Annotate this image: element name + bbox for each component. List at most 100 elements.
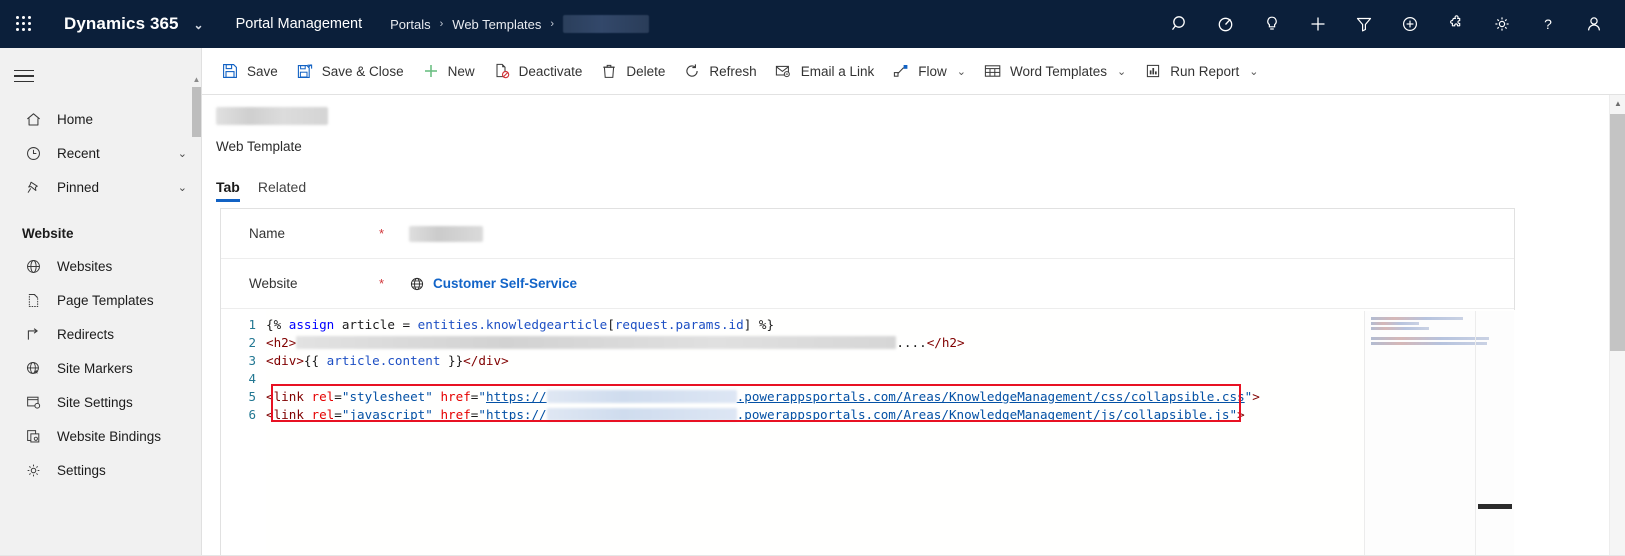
- new-button[interactable]: New: [413, 51, 484, 91]
- help-icon[interactable]: ?: [1525, 0, 1571, 48]
- save-icon: [221, 62, 239, 80]
- deactivate-button[interactable]: Deactivate: [484, 51, 592, 91]
- code-token: }}: [440, 353, 464, 368]
- chevron-down-icon[interactable]: ⌄: [957, 65, 966, 78]
- window-gear-icon: [22, 392, 44, 412]
- sidebar-item-site-settings[interactable]: Site Settings: [0, 385, 201, 419]
- code-token: >: [1252, 389, 1260, 404]
- globe-star-icon: [22, 358, 44, 378]
- form-row-name: Name *: [221, 209, 1514, 259]
- scroll-up-arrow-icon[interactable]: ▲: [192, 73, 201, 86]
- redacted-text-block: [546, 390, 737, 403]
- source-code-editor[interactable]: 1 2 3 4 5 6 {% assign article = entities…: [222, 310, 1515, 555]
- code-token: {{: [303, 353, 327, 368]
- pin-icon: [22, 177, 44, 197]
- code-line-1[interactable]: {% assign article = entities.knowledgear…: [266, 316, 1515, 334]
- scroll-up-arrow-icon[interactable]: ▲: [1610, 95, 1625, 112]
- dynamics365-portal-management-window: Dynamics 365 ⌄ Portal Management Portals…: [0, 0, 1625, 556]
- delete-button[interactable]: Delete: [591, 51, 674, 91]
- required-marker-icon: *: [379, 226, 385, 241]
- flow-button[interactable]: Flow ⌄: [883, 51, 975, 91]
- lightbulb-icon[interactable]: [1249, 0, 1295, 48]
- code-token: entities.knowledgearticle: [417, 317, 608, 332]
- sidebar-item-settings[interactable]: Settings: [0, 453, 201, 487]
- sidebar-item-websites[interactable]: Websites: [0, 249, 201, 283]
- brand-title[interactable]: Dynamics 365 ⌄: [64, 14, 204, 34]
- assistant-icon[interactable]: [1203, 0, 1249, 48]
- code-token: =: [334, 407, 342, 422]
- refresh-icon: [683, 62, 701, 80]
- sidebar-item-home[interactable]: Home: [0, 102, 201, 136]
- tab-related[interactable]: Related: [258, 179, 306, 202]
- command-label: Delete: [626, 63, 666, 79]
- redacted-text-block: [296, 336, 897, 349]
- code-line-3[interactable]: <div>{{ article.content }}</div>: [266, 352, 1515, 370]
- search-icon[interactable]: [1157, 0, 1203, 48]
- page-scrollbar-thumb[interactable]: [1610, 114, 1625, 351]
- editor-code-content[interactable]: {% assign article = entities.knowledgear…: [266, 310, 1515, 555]
- sidebar-item-recent[interactable]: Recent ⌄: [0, 136, 201, 170]
- code-token: ] %}: [743, 317, 775, 332]
- app-launcher-button[interactable]: [0, 0, 48, 48]
- record-form-area: Web Template Tab Related Name * Website …: [202, 95, 1625, 555]
- run-report-icon: [1144, 62, 1162, 80]
- save-and-close-button[interactable]: Save & Close: [287, 51, 413, 91]
- save-button[interactable]: Save: [212, 51, 287, 91]
- sidebar-item-label: Pinned: [57, 179, 100, 195]
- sidebar-item-label: Site Settings: [57, 394, 133, 410]
- code-token: =: [334, 389, 342, 404]
- user-avatar-icon[interactable]: [1571, 0, 1617, 48]
- plus-icon[interactable]: [1295, 0, 1341, 48]
- sidebar-scrollbar[interactable]: ▲: [192, 73, 201, 555]
- breadcrumb-item-record-redacted[interactable]: [563, 15, 650, 33]
- code-line-4[interactable]: [266, 370, 1515, 388]
- globe-icon: [22, 256, 44, 276]
- sidebar-item-label: Settings: [57, 462, 106, 478]
- breadcrumb-item-portals[interactable]: Portals: [390, 17, 430, 32]
- code-token: {%: [266, 317, 289, 332]
- page-scrollbar[interactable]: ▲: [1609, 95, 1625, 555]
- code-token: https://: [485, 389, 547, 404]
- minimap-slider[interactable]: [1475, 311, 1515, 555]
- svg-text:?: ?: [1544, 16, 1552, 32]
- breadcrumb-item-web-templates[interactable]: Web Templates: [452, 17, 541, 32]
- line-number: 6: [248, 407, 256, 422]
- plus-circle-icon[interactable]: [1387, 0, 1433, 48]
- tab-main[interactable]: Tab: [216, 179, 240, 202]
- word-templates-icon: [984, 62, 1002, 80]
- sidebar-item-label: Page Templates: [57, 292, 154, 308]
- name-field-value-redacted[interactable]: [409, 225, 483, 242]
- refresh-button[interactable]: Refresh: [674, 51, 765, 91]
- chevron-down-icon[interactable]: ⌄: [1117, 65, 1126, 78]
- sidebar-item-site-markers[interactable]: Site Markers: [0, 351, 201, 385]
- filter-icon[interactable]: [1341, 0, 1387, 48]
- minimap-current-marker: [1478, 504, 1512, 509]
- run-report-button[interactable]: Run Report ⌄: [1135, 51, 1267, 91]
- sidebar-scrollbar-thumb[interactable]: [192, 87, 201, 137]
- hamburger-menu-icon[interactable]: [14, 56, 58, 96]
- sidebar-item-redirects[interactable]: Redirects: [0, 317, 201, 351]
- word-templates-button[interactable]: Word Templates ⌄: [975, 51, 1135, 91]
- website-lookup-link[interactable]: Customer Self-Service: [409, 276, 577, 292]
- sidebar-item-page-templates[interactable]: Page Templates: [0, 283, 201, 317]
- chevron-down-icon[interactable]: ⌄: [193, 18, 203, 32]
- record-entity-type: Web Template: [216, 139, 302, 154]
- gear-icon[interactable]: [1479, 0, 1525, 48]
- puzzle-icon[interactable]: [1433, 0, 1479, 48]
- breadcrumb-separator-icon: ›: [439, 18, 444, 30]
- command-bar: Save Save & Close New Deactivate Delete: [202, 48, 1625, 95]
- code-line-5[interactable]: <link rel="stylesheet" href="https://.po…: [266, 388, 1515, 406]
- app-name[interactable]: Portal Management: [236, 16, 363, 32]
- sidebar-item-website-bindings[interactable]: Website Bindings: [0, 419, 201, 453]
- editor-minimap[interactable]: [1364, 311, 1515, 555]
- code-line-6[interactable]: <link rel="javascript" href="https://.po…: [266, 406, 1515, 424]
- sidebar-item-pinned[interactable]: Pinned ⌄: [0, 170, 201, 204]
- chevron-down-icon[interactable]: ⌄: [178, 147, 187, 160]
- chevron-down-icon[interactable]: ⌄: [1249, 65, 1258, 78]
- code-line-2[interactable]: <h2> ....</h2>: [266, 334, 1515, 352]
- deactivate-icon: [493, 62, 511, 80]
- chevron-down-icon[interactable]: ⌄: [178, 181, 187, 194]
- code-token: ": [1229, 407, 1238, 422]
- email-a-link-button[interactable]: Email a Link: [766, 51, 884, 91]
